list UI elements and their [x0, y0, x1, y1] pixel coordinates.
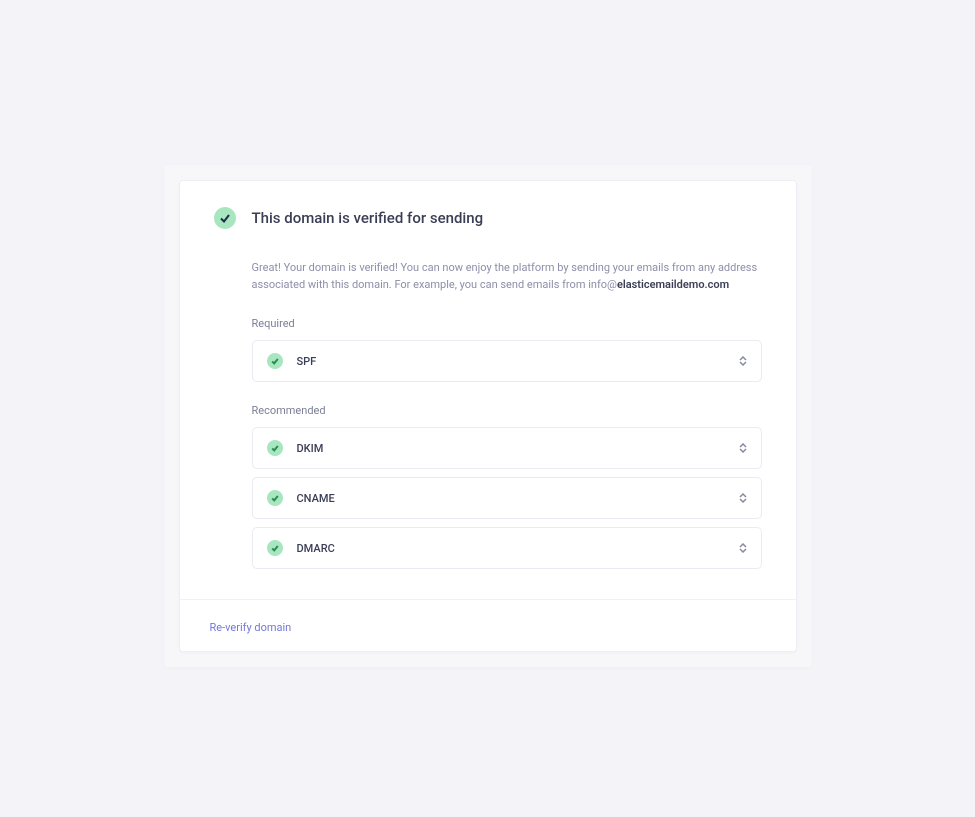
card-description: Great! Your domain is verified! You can …	[214, 259, 762, 293]
record-cname[interactable]: CNAME	[252, 477, 762, 519]
recommended-section: Recommended DKIM	[214, 404, 762, 569]
record-name: DMARC	[297, 542, 739, 555]
domain-verification-panel: This domain is verified for sending Grea…	[164, 165, 812, 667]
verification-card: This domain is verified for sending Grea…	[179, 180, 797, 652]
verified-check-icon	[214, 207, 236, 229]
card-title: This domain is verified for sending	[252, 209, 484, 227]
card-footer: Re-verify domain	[180, 599, 796, 651]
check-icon	[267, 490, 283, 506]
check-icon	[267, 540, 283, 556]
check-icon	[267, 353, 283, 369]
record-dkim[interactable]: DKIM	[252, 427, 762, 469]
expand-collapse-icon	[739, 443, 747, 453]
record-dmarc[interactable]: DMARC	[252, 527, 762, 569]
required-label: Required	[252, 317, 762, 330]
record-spf[interactable]: SPF	[252, 340, 762, 382]
card-header: This domain is verified for sending	[214, 207, 762, 229]
expand-collapse-icon	[739, 356, 747, 366]
reverify-link[interactable]: Re-verify domain	[210, 621, 292, 634]
record-name: CNAME	[297, 492, 739, 505]
recommended-list: DKIM CNAME	[252, 427, 762, 569]
required-section: Required SPF	[214, 317, 762, 382]
expand-collapse-icon	[739, 543, 747, 553]
record-name: SPF	[297, 355, 739, 368]
required-list: SPF	[252, 340, 762, 382]
description-domain: elasticemaildemo.com	[617, 278, 729, 291]
recommended-label: Recommended	[252, 404, 762, 417]
expand-collapse-icon	[739, 493, 747, 503]
record-name: DKIM	[297, 442, 739, 455]
check-icon	[267, 440, 283, 456]
